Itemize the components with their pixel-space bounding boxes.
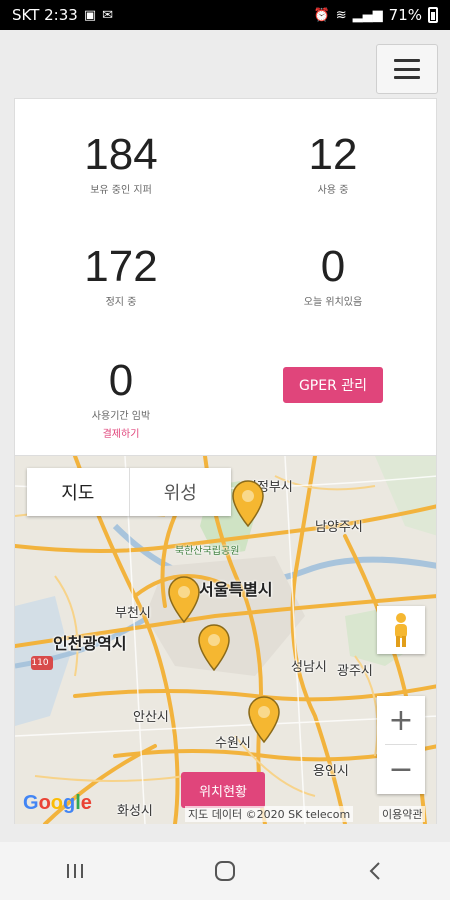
stat-today-location: 0 오늘 위치있음 — [253, 242, 413, 309]
recent-apps-button[interactable] — [45, 851, 105, 891]
location-pin-1[interactable] — [231, 480, 265, 528]
image-icon: ▣ — [83, 7, 97, 23]
stat-today-location-label: 오늘 위치있음 — [303, 297, 363, 308]
location-pin-3[interactable] — [197, 624, 231, 672]
menu-button[interactable] — [376, 44, 438, 94]
message-icon: ✉ — [102, 7, 114, 23]
battery-percent: 71% — [388, 6, 422, 24]
alarm-icon: ⏰ — [313, 7, 330, 23]
map-type-control: 지도 위성 — [27, 468, 231, 516]
map-view[interactable]: 110 의정부시 남양주시 북한산국립공원 서울특별시 부천시 인천광역시 성남… — [14, 456, 437, 824]
label-bucheon: 부천시 — [115, 606, 151, 621]
label-seoul: 서울특별시 — [199, 580, 273, 599]
zoom-control: + − — [377, 696, 425, 794]
zoom-out-button[interactable]: − — [377, 745, 425, 793]
gper-manage-button[interactable]: GPER 관리 — [283, 367, 383, 403]
label-seongnam: 성남시 — [291, 660, 327, 675]
back-icon — [369, 862, 380, 880]
back-button[interactable] — [345, 851, 405, 891]
signal-icon: ▂▄▆ — [352, 7, 383, 23]
label-ansan: 안산시 — [133, 710, 169, 725]
stat-stopped: 172 정지 중 — [41, 242, 201, 309]
home-icon — [215, 861, 235, 881]
location-pin-4[interactable] — [247, 696, 281, 744]
zoom-in-button[interactable]: + — [377, 696, 425, 744]
stat-expiring-value: 0 — [108, 356, 134, 405]
header — [0, 30, 450, 98]
label-incheon: 인천광역시 — [53, 634, 127, 653]
stat-stopped-label: 정지 중 — [105, 297, 137, 308]
google-logo: Google — [23, 792, 92, 814]
hamburger-icon — [394, 59, 420, 79]
route-shield: 110 — [31, 658, 49, 668]
stat-owned-label: 보유 중인 지퍼 — [90, 185, 152, 196]
stat-in-use: 12 사용 중 — [253, 130, 413, 197]
pegman-icon — [395, 613, 407, 647]
stat-owned: 184 보유 중인 지퍼 — [41, 130, 201, 197]
status-bar: SKT 2:33 ▣ ✉ ⏰ ≋ ▂▄▆ 71% — [0, 0, 450, 30]
label-bukhansan: 북한산국립공원 — [175, 546, 240, 557]
battery-icon — [428, 7, 438, 23]
stat-today-location-value: 0 — [320, 242, 346, 291]
stat-expiring: 0 사용기간 임박 결제하기 — [41, 356, 201, 441]
label-yongin: 용인시 — [313, 764, 349, 779]
street-view-pegman[interactable] — [377, 606, 425, 654]
map-type-satellite-tab[interactable]: 위성 — [128, 468, 232, 516]
location-status-button[interactable]: 위치현황 — [181, 772, 265, 808]
map-attribution: 지도 데이터 ©2020 SK telecom — [185, 806, 354, 822]
system-nav-bar — [0, 842, 450, 900]
carrier-time: SKT 2:33 — [12, 6, 78, 24]
stat-in-use-value: 12 — [308, 130, 358, 179]
label-gwangju: 광주시 — [337, 664, 373, 679]
label-hwaseong: 화성시 — [117, 804, 153, 819]
home-button[interactable] — [195, 851, 255, 891]
label-namyangju: 남양주시 — [315, 520, 363, 535]
terms-link[interactable]: 이용약관 — [379, 806, 426, 822]
payment-link[interactable]: 결제하기 — [41, 425, 201, 440]
recent-apps-icon — [67, 864, 83, 878]
wifi-icon: ≋ — [335, 7, 347, 23]
label-suwon: 수원시 — [215, 736, 251, 751]
stat-in-use-label: 사용 중 — [317, 185, 349, 196]
stat-owned-value: 184 — [84, 130, 158, 179]
stat-expiring-label: 사용기간 임박 — [91, 411, 151, 422]
stat-stopped-value: 172 — [84, 242, 158, 291]
stats-card: 184 보유 중인 지퍼 12 사용 중 172 정지 중 0 오늘 위치있음 … — [14, 98, 437, 456]
map-type-map-tab[interactable]: 지도 — [27, 468, 129, 516]
location-pin-2[interactable] — [167, 576, 201, 624]
